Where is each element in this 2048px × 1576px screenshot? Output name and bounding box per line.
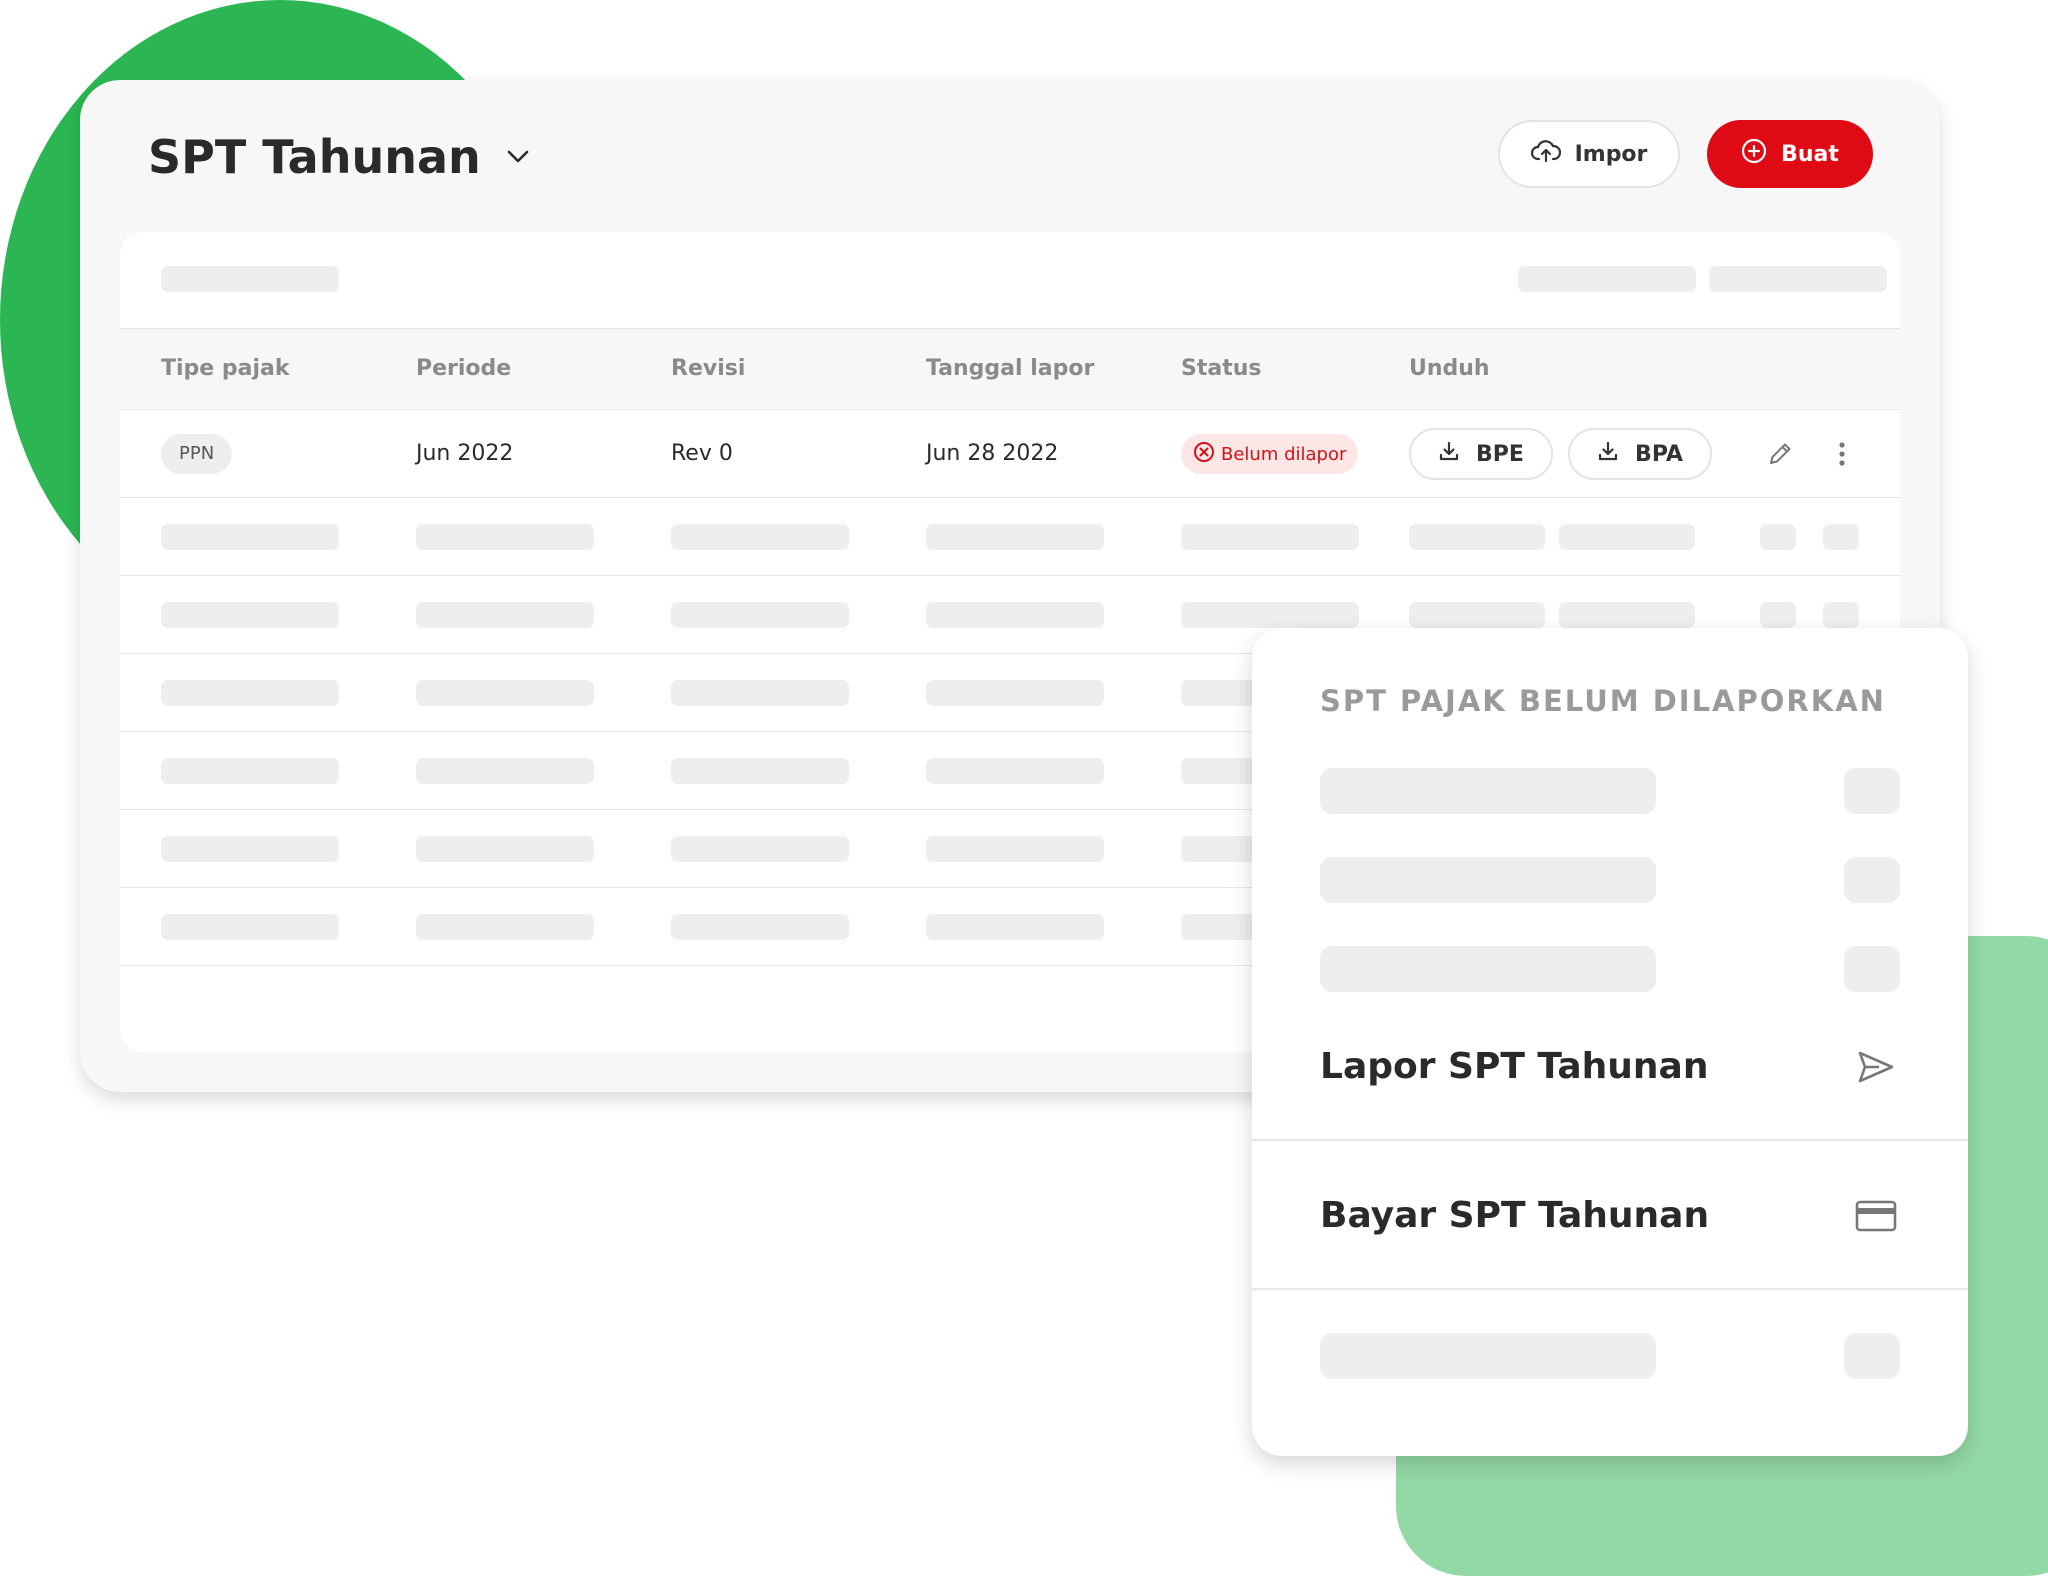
skeleton-cell <box>671 758 849 784</box>
impor-button[interactable]: Impor <box>1498 120 1680 188</box>
skeleton-cell <box>1181 524 1359 550</box>
skeleton-list-item <box>1320 946 1656 992</box>
credit-card-icon <box>1854 1194 1898 1238</box>
revisi-cell: Rev 0 <box>671 441 733 466</box>
skeleton-cell <box>161 914 339 940</box>
skeleton-cell <box>161 836 339 862</box>
bayar-spt-button[interactable]: Bayar SPT Tahunan <box>1252 1142 1968 1290</box>
skeleton-cell <box>1559 524 1695 550</box>
skeleton-cell <box>416 914 594 940</box>
skeleton-cell <box>1181 602 1359 628</box>
skeleton-cell <box>1559 602 1695 628</box>
download-bpa-label: BPA <box>1635 441 1683 467</box>
lapor-spt-button[interactable]: Lapor SPT Tahunan <box>1252 993 1968 1141</box>
chevron-down-icon <box>507 144 533 170</box>
skeleton-list-item <box>1320 768 1656 814</box>
skeleton-cell <box>161 524 339 550</box>
download-bpe-label: BPE <box>1476 441 1524 467</box>
skeleton-cell <box>926 758 1104 784</box>
periode-cell: Jun 2022 <box>416 441 514 466</box>
download-icon <box>1438 440 1460 468</box>
skeleton-cell <box>926 914 1104 940</box>
skeleton-cell <box>671 524 849 550</box>
divider <box>1252 1139 1968 1141</box>
tax-type-pill: PPN <box>161 434 233 474</box>
buat-button-label: Buat <box>1781 141 1839 167</box>
title-dropdown[interactable]: SPT Tahunan <box>148 120 533 194</box>
column-header-status: Status <box>1181 356 1262 381</box>
skeleton-cell <box>161 758 339 784</box>
skeleton-list-value <box>1844 857 1900 903</box>
column-header-periode: Periode <box>416 356 512 381</box>
skeleton-list-item <box>1320 1333 1656 1379</box>
skeleton-cell <box>416 836 594 862</box>
pencil-icon[interactable] <box>1762 436 1798 472</box>
skeleton-cell <box>926 602 1104 628</box>
skeleton-filter <box>161 266 339 292</box>
skeleton-cell <box>671 836 849 862</box>
skeleton-cell <box>1823 524 1859 550</box>
status-badge-label: Belum dilapor <box>1221 443 1347 465</box>
skeleton-cell <box>671 914 849 940</box>
skeleton-cell <box>416 524 594 550</box>
column-header-tanggal-lapor: Tanggal lapor <box>926 356 1095 381</box>
skeleton-cell <box>1760 602 1796 628</box>
skeleton-cell <box>926 836 1104 862</box>
divider <box>1252 1288 1968 1290</box>
more-vertical-icon[interactable] <box>1824 436 1860 472</box>
send-icon <box>1854 1045 1898 1089</box>
download-bpa-button[interactable]: BPA <box>1568 428 1712 480</box>
page-title: SPT Tahunan <box>148 130 481 184</box>
skeleton-cell <box>161 602 339 628</box>
column-header-revisi: Revisi <box>671 356 746 381</box>
table-header: Tipe pajak Periode Revisi Tanggal lapor … <box>120 328 1900 410</box>
panel-heading: SPT PAJAK BELUM DILAPORKAN <box>1320 684 1886 718</box>
skeleton-cell <box>1823 602 1859 628</box>
column-header-tipe-pajak: Tipe pajak <box>161 356 290 381</box>
skeleton-cell <box>416 680 594 706</box>
lapor-spt-label: Lapor SPT Tahunan <box>1320 1046 1709 1087</box>
table-row <box>120 498 1900 576</box>
skeleton-toolbar-item <box>1709 266 1887 292</box>
plus-circle-icon <box>1741 138 1767 170</box>
skeleton-list-value <box>1844 768 1900 814</box>
unreported-spt-panel: SPT PAJAK BELUM DILAPORKAN Lapor SPT Tah… <box>1252 628 1968 1456</box>
skeleton-cell <box>926 680 1104 706</box>
skeleton-cell <box>671 680 849 706</box>
skeleton-cell <box>671 602 849 628</box>
tanggal-lapor-cell: Jun 28 2022 <box>926 441 1059 466</box>
x-circle-icon <box>1193 441 1215 468</box>
skeleton-cell <box>1409 602 1545 628</box>
skeleton-cell <box>416 758 594 784</box>
column-header-unduh: Unduh <box>1409 356 1490 381</box>
impor-button-label: Impor <box>1574 141 1648 167</box>
skeleton-list-item <box>1320 857 1656 903</box>
skeleton-cell <box>1409 524 1545 550</box>
download-icon <box>1597 440 1619 468</box>
skeleton-list-value <box>1844 1333 1900 1379</box>
bayar-spt-label: Bayar SPT Tahunan <box>1320 1195 1710 1236</box>
buat-button[interactable]: Buat <box>1707 120 1873 188</box>
download-bpe-button[interactable]: BPE <box>1409 428 1553 480</box>
cloud-upload-icon <box>1530 139 1561 169</box>
skeleton-cell <box>926 524 1104 550</box>
table-row[interactable]: PPN Jun 2022 Rev 0 Jun 28 2022 Belum dil… <box>120 410 1900 498</box>
skeleton-cell <box>161 680 339 706</box>
skeleton-cell <box>1760 524 1796 550</box>
skeleton-list-value <box>1844 946 1900 992</box>
status-badge: Belum dilapor <box>1181 434 1359 474</box>
skeleton-toolbar-item <box>1518 266 1696 292</box>
skeleton-cell <box>416 602 594 628</box>
